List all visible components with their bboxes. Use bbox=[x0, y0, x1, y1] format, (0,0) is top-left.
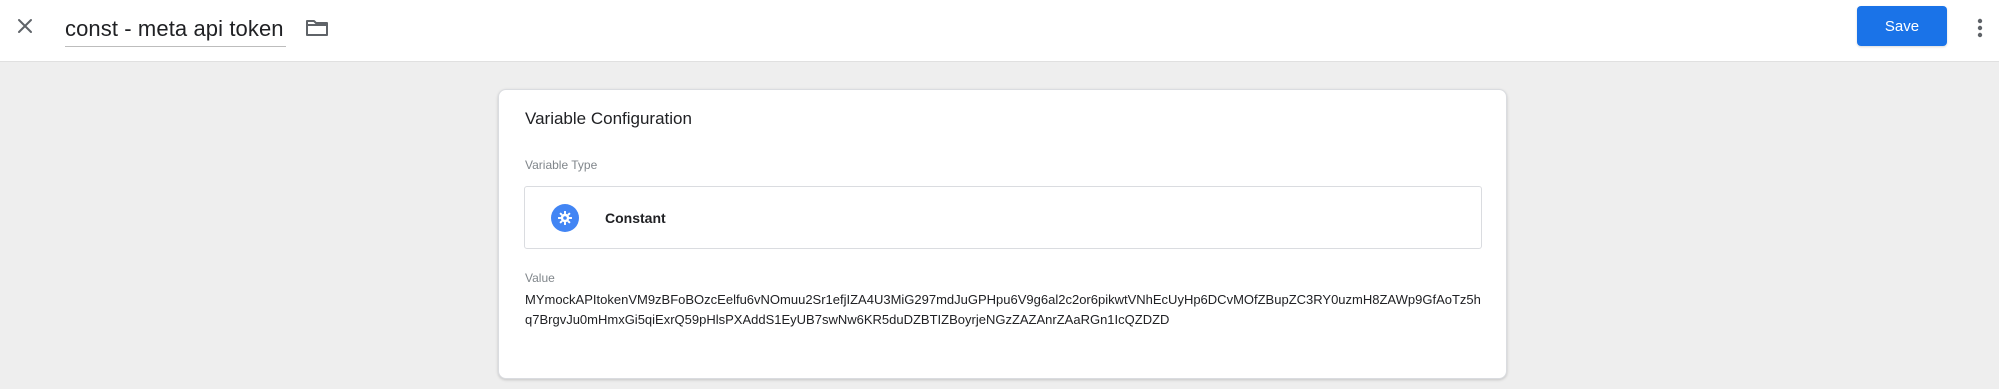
close-button[interactable] bbox=[10, 11, 40, 41]
top-bar: const - meta api token Save bbox=[0, 0, 1999, 62]
save-button[interactable]: Save bbox=[1857, 6, 1947, 46]
value-field[interactable]: MYmockAPItokenVM9zBFoBOzcEelfu6vNOmuu2Sr… bbox=[525, 290, 1485, 330]
value-label: Value bbox=[525, 271, 555, 285]
variable-type-name: Constant bbox=[605, 209, 666, 226]
page-title: const - meta api token bbox=[65, 16, 284, 41]
variable-configuration-card: Variable Configuration Variable Type Con… bbox=[498, 89, 1507, 379]
card-title: Variable Configuration bbox=[525, 109, 692, 128]
folder-button[interactable] bbox=[303, 14, 331, 42]
title-field[interactable]: const - meta api token bbox=[65, 12, 286, 47]
gear-icon bbox=[551, 203, 579, 232]
variable-type-label: Variable Type bbox=[525, 158, 598, 172]
close-icon bbox=[18, 19, 32, 33]
more-vert-icon bbox=[1977, 18, 1983, 38]
more-options-button[interactable] bbox=[1966, 12, 1994, 44]
folder-icon bbox=[306, 20, 328, 36]
variable-type-selector[interactable]: Constant bbox=[524, 186, 1482, 249]
